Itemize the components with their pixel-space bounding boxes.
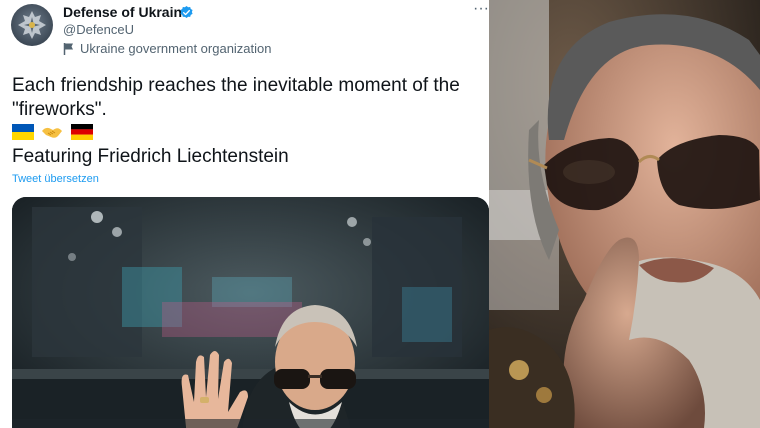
flag-icon: [63, 43, 73, 55]
avatar[interactable]: [11, 4, 53, 46]
verified-badge-icon: [180, 5, 193, 18]
handle[interactable]: @DefenceU: [63, 22, 134, 37]
ukraine-flag-emoji: [12, 124, 34, 145]
video-closeup-image: [489, 0, 760, 428]
featuring-text: Featuring Friedrich Liechtenstein: [12, 146, 289, 167]
tweet-text: Each friendship reaches the inevitable m…: [12, 75, 460, 120]
emblem-icon: [18, 11, 46, 39]
translate-tweet-link[interactable]: Tweet übersetzen: [12, 173, 99, 185]
handshake-emoji: [41, 124, 63, 145]
video-frame-image: [12, 197, 489, 428]
man-pointing-image: [489, 0, 760, 428]
more-options-button[interactable]: ···: [472, 1, 489, 20]
government-label: Ukraine government organization: [80, 41, 272, 56]
display-name[interactable]: Defense of Ukraine: [63, 4, 190, 20]
tweet-card: Defense of Ukraine @DefenceU Ukraine gov…: [0, 0, 489, 428]
tweet-video-thumbnail[interactable]: [12, 197, 489, 428]
emoji-row: [12, 124, 96, 144]
germany-flag-emoji: [70, 124, 93, 145]
